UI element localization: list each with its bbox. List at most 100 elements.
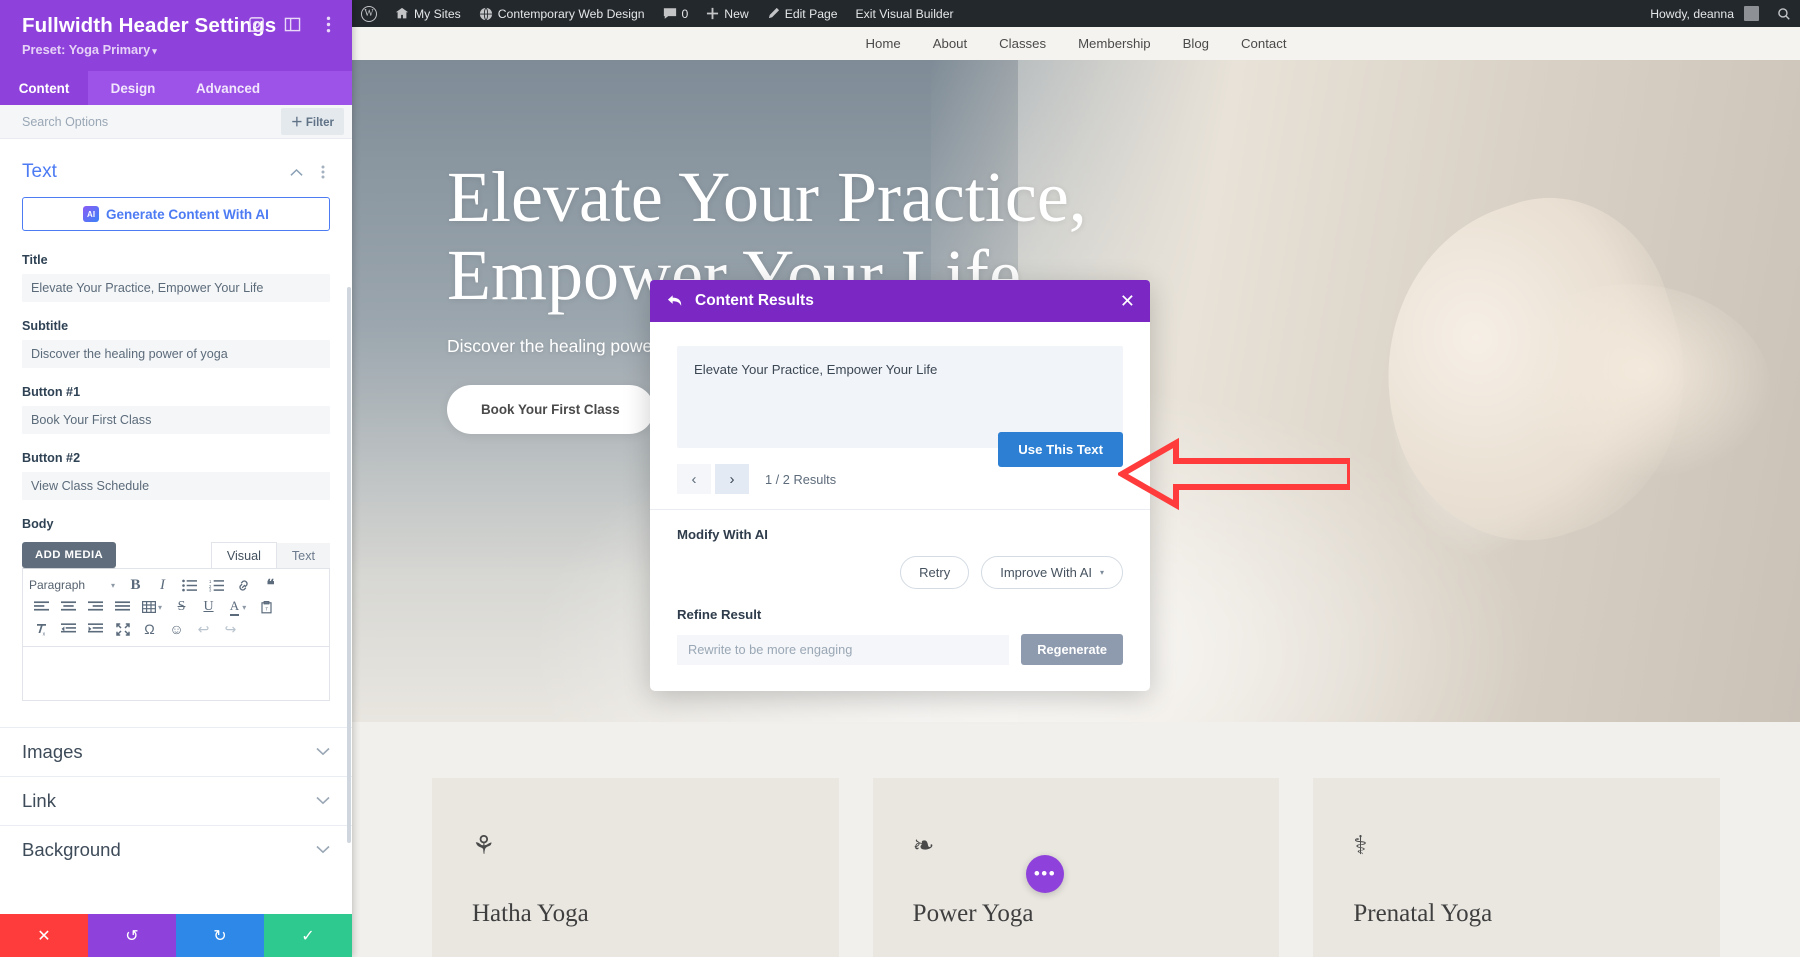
search-input[interactable] <box>22 115 281 129</box>
adminbar-wordpress-logo[interactable]: W <box>352 0 386 27</box>
card-power-yoga[interactable]: ❧ Power Yoga <box>873 778 1280 957</box>
adminbar-comments[interactable]: 0 <box>654 0 698 27</box>
generate-content-with-ai-button[interactable]: AI Generate Content With AI <box>22 197 330 231</box>
table-icon[interactable]: ▾ <box>137 597 167 618</box>
more-vertical-icon[interactable] <box>319 15 338 34</box>
accordion-label: Images <box>22 741 83 763</box>
paragraph-format-dropdown[interactable]: Paragraph ▾ <box>29 575 121 596</box>
align-right-icon[interactable] <box>83 597 108 618</box>
svg-text:x: x <box>42 631 45 636</box>
text-color-icon[interactable]: A ▾ <box>223 597 253 618</box>
outdent-icon[interactable] <box>56 619 81 640</box>
nav-link-blog[interactable]: Blog <box>1183 36 1209 51</box>
panel-scrollbar[interactable] <box>347 287 351 843</box>
bold-icon[interactable]: B <box>123 575 148 596</box>
fullscreen-icon[interactable] <box>110 619 135 640</box>
link-icon[interactable] <box>231 575 256 596</box>
underline-icon[interactable]: U <box>196 597 221 618</box>
nav-link-classes[interactable]: Classes <box>999 36 1046 51</box>
adminbar-my-sites[interactable]: My Sites <box>386 0 470 27</box>
preset-label: Preset: Yoga Primary <box>22 42 150 57</box>
emoji-icon[interactable]: ☺ <box>164 619 189 640</box>
accordion-toggle-link[interactable]: Link <box>0 777 352 825</box>
wordpress-admin-bar: W My Sites Contemporary Web Design 0 New <box>352 0 1800 27</box>
field-label: Subtitle <box>22 319 330 333</box>
results-count: 1 / 2 Results <box>765 472 836 487</box>
adminbar-edit-page[interactable]: Edit Page <box>758 0 847 27</box>
title-input[interactable] <box>22 274 330 302</box>
adminbar-search[interactable] <box>1768 0 1800 27</box>
indent-icon[interactable] <box>83 619 108 640</box>
save-changes-button[interactable]: ✓ <box>264 914 352 957</box>
editor-tab-text[interactable]: Text <box>277 543 330 568</box>
nav-link-about[interactable]: About <box>933 36 967 51</box>
regenerate-button[interactable]: Regenerate <box>1021 634 1123 665</box>
adminbar-new[interactable]: New <box>697 0 757 27</box>
accordion-label: Background <box>22 839 121 861</box>
italic-icon[interactable]: I <box>150 575 175 596</box>
field-label: Button #2 <box>22 451 330 465</box>
subtitle-input[interactable] <box>22 340 330 368</box>
tab-design[interactable]: Design <box>88 71 178 105</box>
redo-button[interactable]: ↻ <box>176 914 264 957</box>
layout-icon[interactable] <box>283 15 302 34</box>
more-vertical-icon[interactable] <box>316 165 330 179</box>
add-media-button[interactable]: ADD MEDIA <box>22 542 116 568</box>
card-title: Hatha Yoga <box>472 900 799 928</box>
refine-input[interactable] <box>677 635 1009 665</box>
previous-result-button[interactable]: ‹ <box>677 464 711 494</box>
preset-selector[interactable]: Preset: Yoga Primary▾ <box>22 42 334 57</box>
tab-advanced[interactable]: Advanced <box>178 71 278 105</box>
redo-icon[interactable]: ↪ <box>218 619 243 640</box>
settings-panel-footer: ✕ ↺ ↻ ✓ <box>0 914 352 957</box>
special-character-icon[interactable]: Ω <box>137 619 162 640</box>
editor-tab-visual[interactable]: Visual <box>211 542 277 568</box>
undo-icon[interactable]: ↩ <box>191 619 216 640</box>
use-this-text-button[interactable]: Use This Text <box>998 432 1123 467</box>
ordered-list-icon[interactable]: 123 <box>204 575 229 596</box>
tab-content[interactable]: Content <box>0 71 88 105</box>
retry-button[interactable]: Retry <box>900 556 969 589</box>
blockquote-icon[interactable]: ❝ <box>258 575 283 596</box>
align-center-icon[interactable] <box>56 597 81 618</box>
adminbar-exit-visual-builder[interactable]: Exit Visual Builder <box>847 0 963 27</box>
improve-with-ai-button[interactable]: Improve With AI ▾ <box>981 556 1123 589</box>
button1-input[interactable] <box>22 406 330 434</box>
clear-formatting-icon[interactable]: x <box>29 619 54 640</box>
close-icon[interactable]: ✕ <box>1120 292 1135 310</box>
svg-text:3: 3 <box>209 587 212 591</box>
adminbar-label: 0 <box>682 7 689 21</box>
field-label: Title <box>22 253 330 267</box>
plus-icon: ＋ <box>291 115 303 129</box>
align-justify-icon[interactable] <box>110 597 135 618</box>
target-icon[interactable] <box>247 15 266 34</box>
strikethrough-icon[interactable]: S <box>169 597 194 618</box>
adminbar-site-name[interactable]: Contemporary Web Design <box>470 0 654 27</box>
undo-button[interactable]: ↺ <box>88 914 176 957</box>
button2-input[interactable] <box>22 472 330 500</box>
back-arrow-icon[interactable] <box>667 294 684 308</box>
discard-changes-button[interactable]: ✕ <box>0 914 88 957</box>
card-prenatal-yoga[interactable]: ⚕ Prenatal Yoga <box>1313 778 1720 957</box>
search-options-bar: ＋Filter <box>0 105 352 139</box>
accordion-toggle-background[interactable]: Background <box>0 826 352 874</box>
sites-icon <box>395 7 409 21</box>
accordion-toggle-images[interactable]: Images <box>0 728 352 776</box>
align-left-icon[interactable] <box>29 597 54 618</box>
paste-text-icon[interactable]: T <box>255 597 280 618</box>
chevron-down-icon: ▾ <box>152 46 157 56</box>
nav-link-contact[interactable]: Contact <box>1241 36 1286 51</box>
divi-builder-fab-button[interactable]: ••• <box>1026 855 1064 893</box>
adminbar-howdy[interactable]: Howdy, deanna <box>1641 0 1768 27</box>
nav-link-home[interactable]: Home <box>866 36 901 51</box>
next-result-button[interactable]: › <box>715 464 749 494</box>
adminbar-label: My Sites <box>414 7 461 21</box>
body-editor-area[interactable] <box>22 647 330 701</box>
nav-link-membership[interactable]: Membership <box>1078 36 1151 51</box>
card-title: Prenatal Yoga <box>1353 900 1680 928</box>
card-hatha-yoga[interactable]: ⚘ Hatha Yoga <box>432 778 839 957</box>
unordered-list-icon[interactable] <box>177 575 202 596</box>
chevron-up-icon[interactable] <box>289 165 303 179</box>
hero-button-primary[interactable]: Book Your First Class <box>447 385 654 434</box>
filter-button[interactable]: ＋Filter <box>281 108 344 135</box>
